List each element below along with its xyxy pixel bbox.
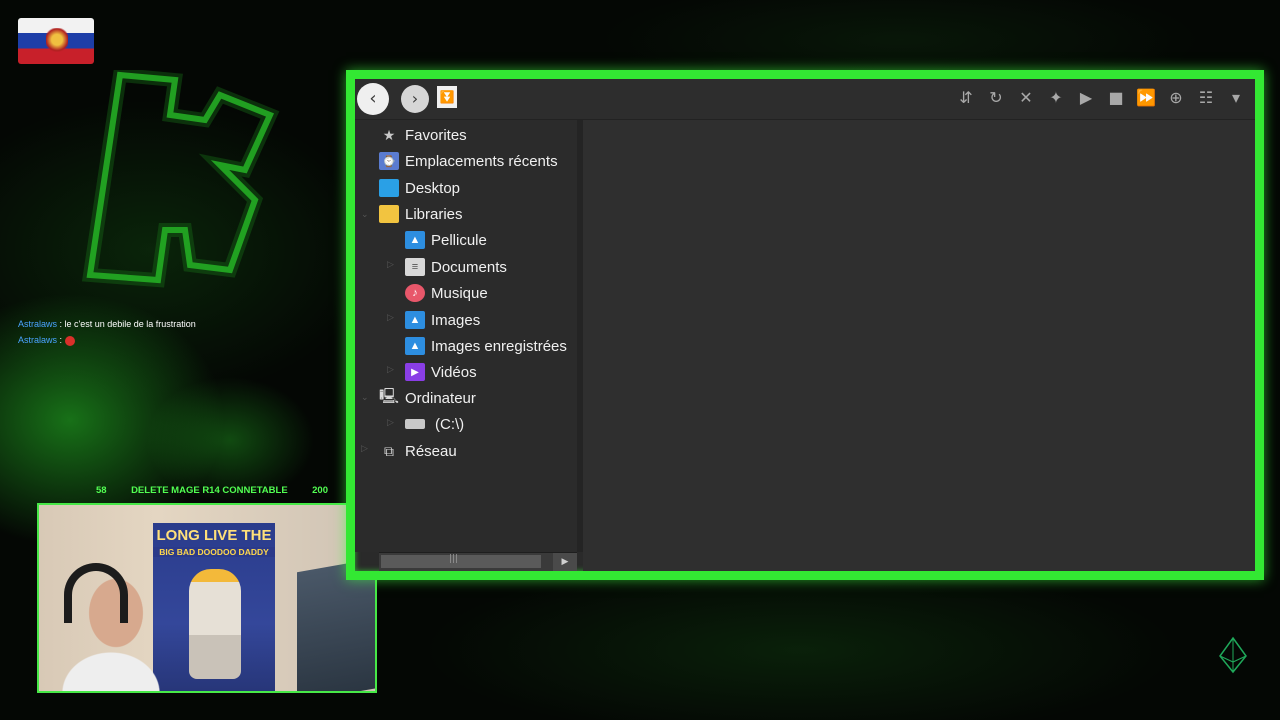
chat-text: : le c'est un debile de la frustration (57, 319, 196, 329)
k-logo-icon (81, 70, 280, 288)
tree-item-label: Images (431, 311, 481, 329)
chat-text: : (57, 335, 65, 345)
tree-item-pellicule[interactable]: ▲ Pellicule (405, 229, 487, 251)
search-globe-icon[interactable]: ⊕ (1165, 87, 1187, 109)
arrow-right-icon: ▶ (561, 557, 569, 567)
expand-icon[interactable]: ▷ (387, 313, 394, 323)
tree-item-documents[interactable]: ≡ Documents (405, 256, 507, 278)
tree-item-label: Ordinateur (405, 389, 476, 407)
toolbar-actions: ⇵ ↻ ✕ ✦ ▶ ■ ⏩ ⊕ ☷ ▾ (955, 87, 1247, 109)
grip-icon: ||| (449, 554, 459, 564)
double-chevron-down-icon: ⏬ (439, 90, 455, 104)
chat-overlay: Astralaws : le c'est un debile de la fru… (18, 316, 196, 348)
webcam-feed: LONG LIVE THE BIG BAD DOODOO DADDY (37, 503, 377, 693)
tree-item-label: Vidéos (431, 363, 477, 381)
tree-item-network[interactable]: ⧉ Réseau (379, 440, 457, 462)
chat-message: Astralaws : (18, 332, 196, 348)
tree-item-label: Réseau (405, 442, 457, 460)
chat-username: Astralaws (18, 335, 58, 345)
tree-item-label: Images enregistrées (431, 337, 567, 355)
forward-button[interactable]: › (401, 85, 429, 113)
tree-horizontal-scrollbar[interactable]: ||| ▶ (379, 552, 577, 571)
expand-icon[interactable]: ▷ (361, 444, 368, 454)
tree-item-label: Musique (431, 284, 488, 302)
collapse-icon[interactable]: ⌄ (361, 393, 369, 403)
tree-item-favorites[interactable]: ★ Favorites (379, 124, 467, 146)
chevron-left-icon: ‹ (369, 88, 377, 109)
recent-icon: ⌚ (379, 152, 399, 170)
tree-item-musique[interactable]: ♪ Musique (405, 282, 488, 304)
video-icon: ▶ (405, 363, 425, 381)
emote-icon (64, 335, 75, 346)
scroll-right-button[interactable]: ▶ (553, 553, 577, 571)
tree-item-images[interactable]: ▲ Images (405, 309, 480, 331)
collapse-icon[interactable]: ⌄ (361, 210, 369, 220)
tree-item-recent[interactable]: ⌚ Emplacements récents (379, 150, 558, 172)
documents-icon: ≡ (405, 258, 425, 276)
tree-item-label: Documents (431, 258, 507, 276)
refresh-icon[interactable]: ↻ (985, 87, 1007, 109)
expand-icon[interactable]: ▷ (387, 418, 394, 428)
tree-item-computer[interactable]: 🖳 Ordinateur (379, 387, 476, 409)
close-icon[interactable]: ✕ (1015, 87, 1037, 109)
tree-item-label: Libraries (405, 205, 463, 223)
folder-icon (379, 205, 399, 223)
chat-username: Astralaws (18, 319, 58, 329)
expand-icon[interactable]: ▷ (387, 260, 394, 270)
ticker-right-value: 200 (312, 485, 328, 496)
russia-flag-icon (18, 18, 94, 64)
play-next-icon[interactable]: ⏩ (1135, 87, 1157, 109)
sync-icon[interactable]: ⇵ (955, 87, 977, 109)
headphones-icon (64, 563, 128, 623)
ticker-left-value: 58 (96, 485, 107, 496)
pictures-icon: ▲ (405, 337, 425, 355)
coat-of-arms-icon (46, 28, 68, 54)
diamond-logo-icon (1219, 636, 1247, 674)
dropdown-icon[interactable]: ▾ (1225, 87, 1247, 109)
chevron-right-icon: › (411, 89, 419, 108)
desktop-icon (379, 179, 399, 197)
tree-item-label: Desktop (405, 179, 461, 197)
tree-item-label: Favorites (405, 126, 467, 144)
scrollbar-thumb[interactable] (381, 555, 541, 568)
network-icon: ⧉ (384, 442, 394, 459)
computer-icon: 🖳 (379, 387, 400, 405)
poster-illustration (189, 569, 241, 679)
chat-message: Astralaws : le c'est un debile de la fru… (18, 316, 196, 332)
ticker-title: DELETE MAGE R14 CONNETABLE (131, 485, 288, 496)
file-list-pane[interactable] (583, 120, 1255, 571)
history-dropdown-button[interactable]: ⏬ (437, 86, 457, 108)
tree-item-desktop[interactable]: Desktop (379, 177, 460, 199)
navigation-tree: ★ Favorites ⌚ Emplacements récents Desktop… (355, 120, 577, 552)
tree-item-videos[interactable]: ▶ Vidéos (405, 361, 477, 383)
explorer-toolbar: ‹ › ⏬ ⇵ ↻ ✕ ✦ ▶ ■ ⏩ ⊕ ☷ ▾ (355, 79, 1255, 120)
tree-item-saved-images[interactable]: ▲ Images enregistrées (405, 335, 567, 357)
tree-item-label: Pellicule (431, 231, 487, 249)
tree-item-label: (C:\) (435, 415, 465, 433)
expand-icon[interactable]: ▷ (387, 365, 394, 375)
tree-item-drive-c[interactable]: (C:\) (405, 413, 464, 435)
pictures-icon: ▲ (405, 311, 425, 329)
music-icon: ♪ (405, 284, 425, 302)
tree-item-libraries[interactable]: Libraries (379, 203, 463, 225)
pin-icon[interactable]: ✦ (1045, 87, 1067, 109)
pictures-icon: ▲ (405, 231, 425, 249)
view-icon[interactable]: ☷ (1195, 87, 1217, 109)
poster-title: LONG LIVE THE (156, 527, 272, 544)
star-icon: ★ (382, 126, 396, 143)
tree-item-label: Emplacements récents (405, 152, 558, 170)
drive-icon (405, 419, 425, 429)
stop-icon[interactable]: ■ (1105, 87, 1127, 109)
poster-subtitle: BIG BAD DOODOO DADDY (153, 547, 275, 557)
poster: LONG LIVE THE BIG BAD DOODOO DADDY (153, 523, 275, 691)
file-explorer-window: ‹ › ⏬ ⇵ ↻ ✕ ✦ ▶ ■ ⏩ ⊕ ☷ ▾ ★ Favorites ⌚ Em… (346, 70, 1264, 580)
back-button[interactable]: ‹ (357, 83, 389, 115)
play-icon[interactable]: ▶ (1075, 87, 1097, 109)
game-ticker: 58 DELETE MAGE R14 CONNETABLE 200 (96, 485, 328, 496)
